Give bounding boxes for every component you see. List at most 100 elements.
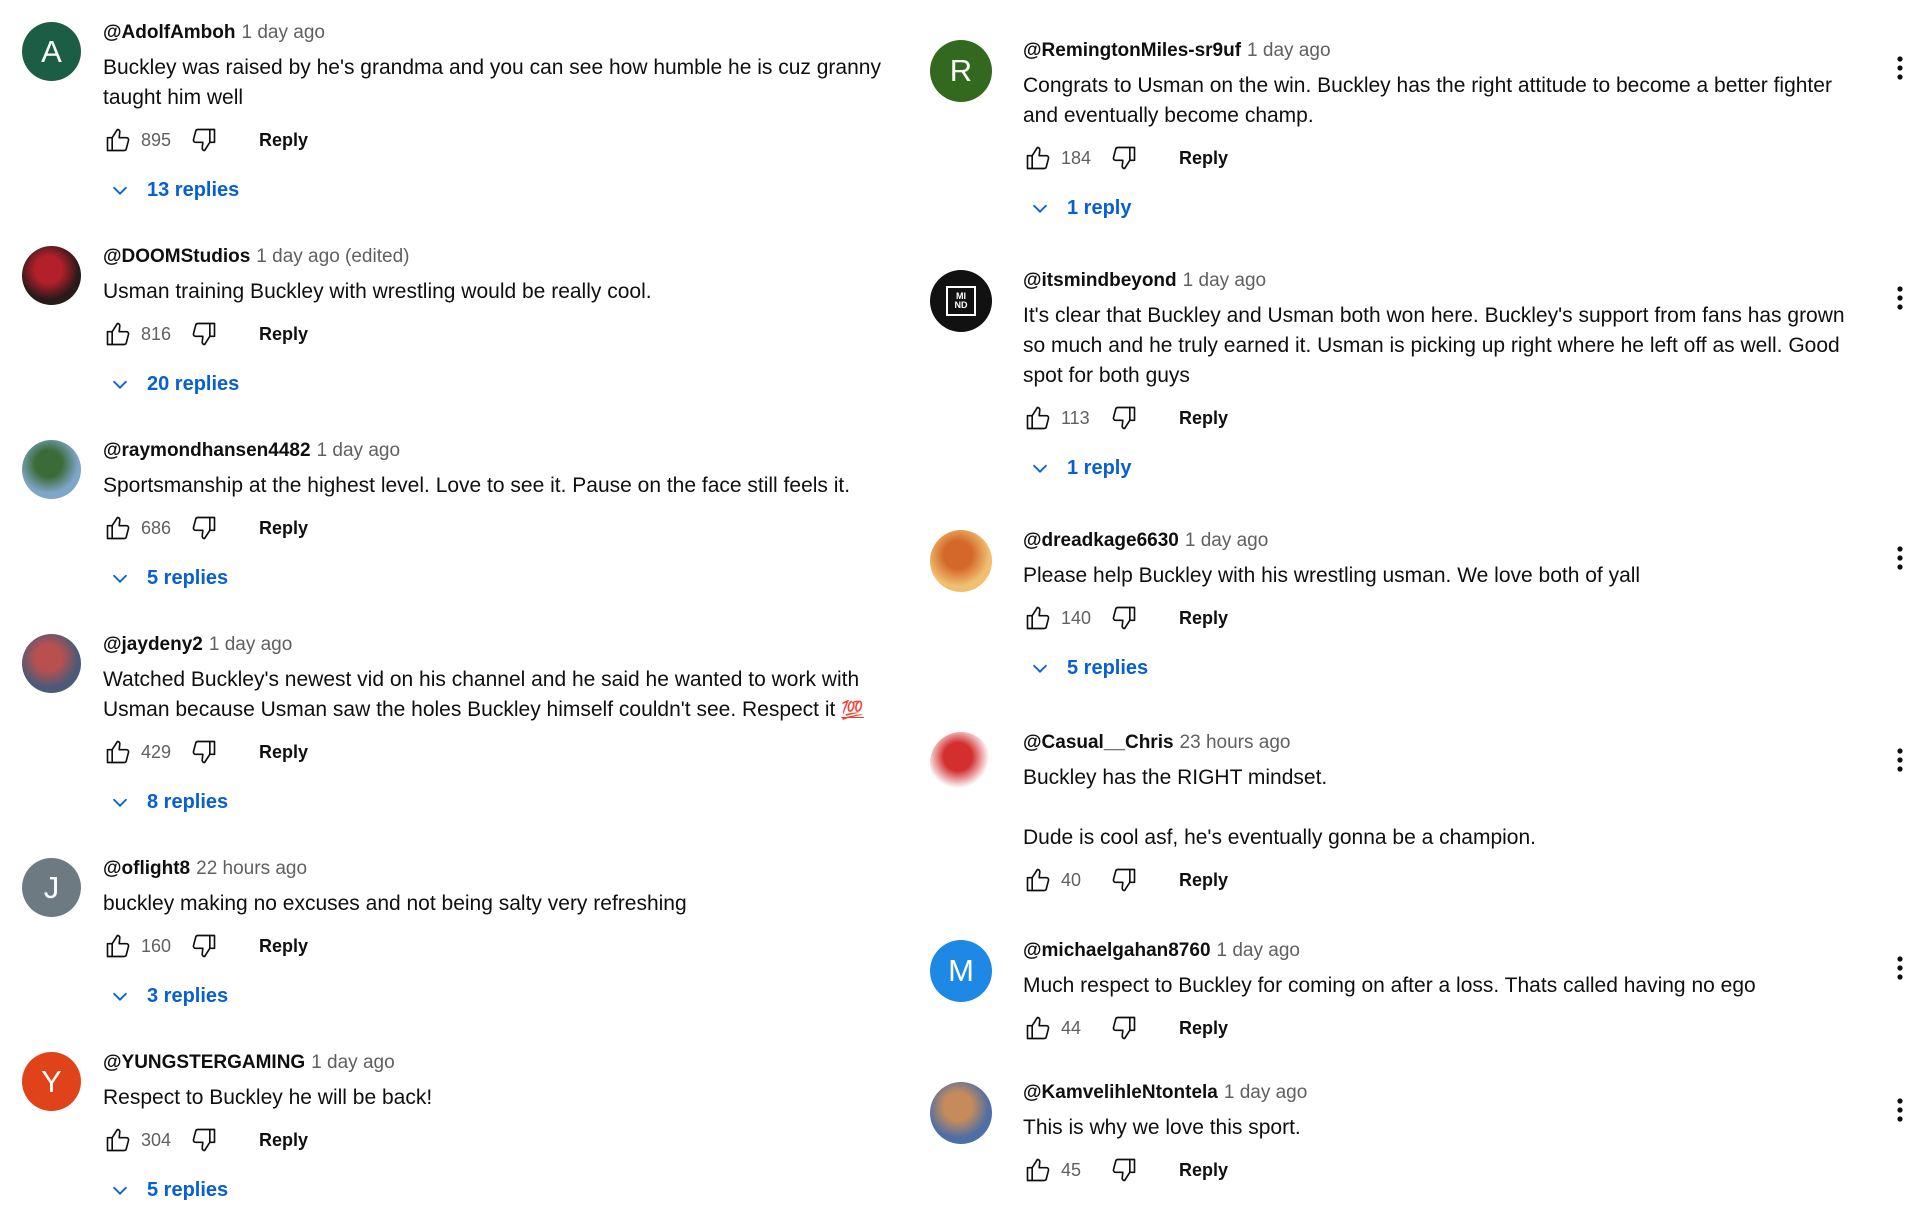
view-replies-button[interactable]: 3 replies (109, 979, 890, 1013)
comment-header: @DOOMStudios 1 day ago (edited) (103, 246, 890, 270)
comment-text: buckley making no excuses and not being … (103, 889, 890, 919)
timestamp[interactable]: 1 day ago (317, 440, 400, 461)
timestamp[interactable]: 1 day ago (209, 634, 292, 655)
dislike-icon[interactable] (189, 513, 219, 543)
more-options-icon[interactable] (1880, 948, 1920, 988)
avatar[interactable] (22, 440, 81, 499)
avatar[interactable]: R (930, 40, 992, 102)
hundred-points-emoji: 💯 (841, 700, 864, 720)
dislike-icon[interactable] (189, 319, 219, 349)
more-options-icon[interactable] (1880, 278, 1920, 318)
timestamp[interactable]: 23 hours ago (1180, 732, 1291, 753)
author-name[interactable]: @michaelgahan8760 (1023, 940, 1211, 961)
like-icon[interactable] (103, 737, 133, 767)
author-name[interactable]: @KamvelihleNtontela (1023, 1082, 1218, 1103)
reply-button[interactable]: Reply (1179, 148, 1228, 169)
dislike-icon[interactable] (1109, 143, 1139, 173)
like-icon[interactable] (1023, 1013, 1053, 1043)
like-icon[interactable] (103, 1125, 133, 1155)
dislike-icon[interactable] (189, 737, 219, 767)
reply-button[interactable]: Reply (1179, 608, 1228, 629)
dislike-icon[interactable] (1109, 865, 1139, 895)
view-replies-button[interactable]: 5 replies (1029, 651, 1860, 685)
reply-button[interactable]: Reply (1179, 1018, 1228, 1039)
avatar[interactable] (930, 732, 992, 794)
timestamp[interactable]: 1 day ago (1183, 270, 1266, 291)
avatar-image (22, 440, 81, 499)
like-icon[interactable] (103, 931, 133, 961)
author-name[interactable]: @Casual__Chris (1023, 732, 1174, 753)
reply-button[interactable]: Reply (259, 936, 308, 957)
dislike-icon[interactable] (1109, 403, 1139, 433)
reply-button[interactable]: Reply (1179, 1160, 1228, 1181)
reply-button[interactable]: Reply (1179, 408, 1228, 429)
more-options-icon[interactable] (1880, 740, 1920, 780)
dislike-icon[interactable] (1109, 603, 1139, 633)
author-name[interactable]: @itsmindbeyond (1023, 270, 1177, 291)
timestamp[interactable]: 1 day ago (edited) (256, 246, 409, 267)
avatar-image (22, 246, 81, 305)
author-name[interactable]: @jaydeny2 (103, 634, 203, 655)
dislike-icon[interactable] (1109, 1013, 1139, 1043)
timestamp[interactable]: 1 day ago (1217, 940, 1300, 961)
timestamp[interactable]: 22 hours ago (196, 858, 307, 879)
author-name[interactable]: @oflight8 (103, 858, 190, 879)
avatar[interactable] (930, 1082, 992, 1144)
avatar[interactable]: Y (22, 1052, 81, 1111)
avatar-image (930, 1082, 992, 1144)
author-name[interactable]: @raymondhansen4482 (103, 440, 311, 461)
timestamp[interactable]: 1 day ago (1224, 1082, 1307, 1103)
author-name[interactable]: @DOOMStudios (103, 246, 250, 267)
dislike-icon[interactable] (1109, 1155, 1139, 1185)
avatar[interactable]: M (930, 940, 992, 1002)
author-name[interactable]: @YUNGSTERGAMING (103, 1052, 305, 1073)
view-replies-button[interactable]: 13 replies (109, 173, 890, 207)
like-icon[interactable] (1023, 143, 1053, 173)
author-name[interactable]: @dreadkage6630 (1023, 530, 1179, 551)
reply-button[interactable]: Reply (259, 1130, 308, 1151)
avatar[interactable]: MI ND (930, 270, 992, 332)
view-replies-button[interactable]: 8 replies (109, 785, 890, 819)
avatar[interactable]: J (22, 858, 81, 917)
timestamp[interactable]: 1 day ago (1247, 40, 1330, 61)
dislike-icon[interactable] (189, 931, 219, 961)
chevron-down-icon (109, 179, 147, 201)
like-icon[interactable] (1023, 865, 1053, 895)
reply-button[interactable]: Reply (1179, 870, 1228, 891)
more-options-icon[interactable] (1880, 1090, 1920, 1130)
like-count: 429 (141, 741, 172, 762)
comment-body: @michaelgahan8760 1 day ago Much respect t… (1023, 940, 1860, 1045)
timestamp[interactable]: 1 day ago (1185, 530, 1268, 551)
author-name[interactable]: @RemingtonMiles-sr9uf (1023, 40, 1241, 61)
like-icon[interactable] (103, 125, 133, 155)
more-options-icon[interactable] (1880, 538, 1920, 578)
view-replies-button[interactable]: 5 replies (109, 561, 890, 595)
timestamp[interactable]: 1 day ago (242, 22, 325, 43)
timestamp[interactable]: 1 day ago (311, 1052, 394, 1073)
avatar[interactable] (22, 634, 81, 693)
reply-button[interactable]: Reply (259, 130, 308, 151)
dislike-icon[interactable] (189, 125, 219, 155)
view-replies-button[interactable]: 1 reply (1029, 191, 1860, 225)
avatar[interactable] (22, 246, 81, 305)
like-icon[interactable] (1023, 403, 1053, 433)
reply-button[interactable]: Reply (259, 742, 308, 763)
dislike-icon[interactable] (189, 1125, 219, 1155)
avatar[interactable] (930, 530, 992, 592)
view-replies-button[interactable]: 20 replies (109, 367, 890, 401)
view-replies-button[interactable]: 1 reply (1029, 451, 1860, 485)
reply-button[interactable]: Reply (259, 324, 308, 345)
author-name[interactable]: @AdolfAmboh (103, 22, 236, 43)
avatar[interactable]: A (22, 22, 81, 81)
chevron-down-icon (1029, 457, 1067, 479)
like-icon[interactable] (103, 513, 133, 543)
like-count: 895 (141, 129, 172, 150)
reply-button[interactable]: Reply (259, 518, 308, 539)
view-replies-button[interactable]: 5 replies (109, 1173, 890, 1207)
comment-header: @itsmindbeyond 1 day ago (1023, 270, 1860, 294)
like-icon[interactable] (103, 319, 133, 349)
like-icon[interactable] (1023, 603, 1053, 633)
like-icon[interactable] (1023, 1155, 1053, 1185)
more-options-icon[interactable] (1880, 48, 1920, 88)
comment-text: It's clear that Buckley and Usman both w… (1023, 301, 1860, 391)
